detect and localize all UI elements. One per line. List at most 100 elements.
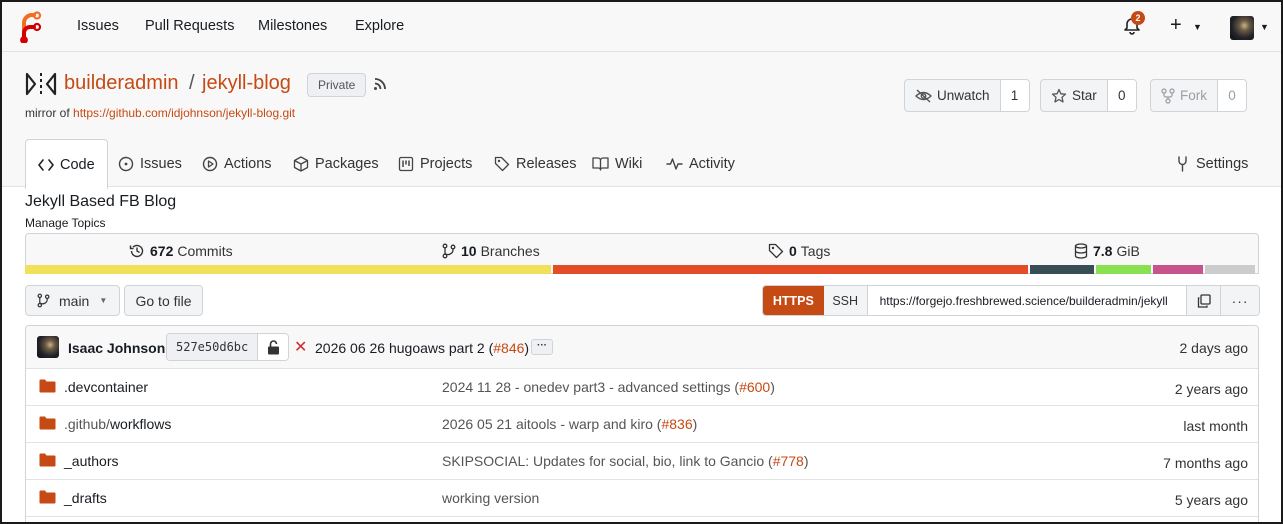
nav-pull-requests[interactable]: Pull Requests: [145, 18, 234, 34]
tab-issues[interactable]: Issues: [118, 139, 182, 188]
file-name-link[interactable]: .github/workflows: [64, 416, 171, 432]
pr-link[interactable]: #836: [661, 416, 692, 432]
file-commit-message[interactable]: 2026 05 21 aitools - warp and kiro (#836…: [442, 416, 697, 432]
tag-icon: [494, 156, 510, 171]
repo-name-link[interactable]: jekyll-blog: [202, 72, 291, 95]
commit-message-text: 2026 06 26 hugoaws part 2 (: [315, 340, 494, 356]
ssh-button[interactable]: SSH: [823, 286, 868, 315]
mirror-repo-icon: [25, 72, 57, 96]
branches-label: Branches: [480, 243, 540, 259]
table-row[interactable]: .github/workflows 2026 05 21 aitools - w…: [26, 406, 1258, 443]
repo-separator: /: [189, 72, 195, 94]
file-commit-text: 2026 05 21 aitools - warp and kiro (: [442, 416, 662, 432]
fork-button[interactable]: Fork: [1151, 80, 1218, 111]
language-segment[interactable]: [1030, 265, 1094, 274]
tab-packages[interactable]: Packages: [293, 139, 379, 188]
commits-label: Commits: [177, 243, 233, 259]
branches-stat[interactable]: 10 Branches: [442, 243, 540, 259]
star-count[interactable]: 0: [1107, 80, 1136, 111]
table-row[interactable]: .devcontainer 2024 11 28 - onedev part3 …: [26, 369, 1258, 406]
file-name-link[interactable]: .devcontainer: [64, 379, 148, 395]
pr-link[interactable]: #846: [493, 340, 524, 356]
file-table: Isaac Johnson 527e50d6bc ✕ 2026 06 26 hu…: [25, 325, 1259, 522]
file-commit-message[interactable]: SKIPSOCIAL: Updates for social, bio, lin…: [442, 453, 809, 469]
pulse-icon: [666, 157, 683, 170]
plus-icon[interactable]: +: [1170, 14, 1182, 37]
database-icon: [1074, 243, 1088, 259]
https-button[interactable]: HTTPS: [763, 286, 824, 315]
tab-projects[interactable]: Projects: [398, 139, 472, 188]
commit-author-avatar[interactable]: [37, 336, 59, 358]
language-segment[interactable]: [25, 265, 552, 274]
tab-activity[interactable]: Activity: [666, 139, 735, 188]
file-commit-time: 7 months ago: [1163, 455, 1248, 471]
manage-topics-link[interactable]: Manage Topics: [25, 216, 106, 230]
pr-link[interactable]: #600: [739, 379, 770, 395]
tab-settings[interactable]: Settings: [1175, 139, 1248, 188]
folder-icon: [39, 453, 56, 467]
file-name-link[interactable]: _drafts: [64, 490, 107, 506]
nav-issues[interactable]: Issues: [77, 18, 119, 34]
tab-code[interactable]: Code: [25, 139, 108, 189]
table-row[interactable]: _authors SKIPSOCIAL: Updates for social,…: [26, 443, 1258, 480]
unlock-icon[interactable]: [258, 334, 289, 360]
tab-actions[interactable]: Actions: [202, 139, 272, 188]
tab-actions-label: Actions: [224, 155, 272, 172]
user-avatar[interactable]: [1230, 16, 1254, 40]
fork-count[interactable]: 0: [1218, 80, 1246, 111]
language-segment[interactable]: [553, 265, 1029, 274]
repo-owner-link[interactable]: builderadmin: [64, 72, 179, 95]
tags-label: Tags: [800, 243, 831, 259]
tag-icon: [768, 243, 784, 259]
watch-count[interactable]: 1: [1000, 80, 1029, 111]
fork-button-group: Fork 0: [1150, 79, 1247, 112]
folder-icon: [39, 379, 56, 393]
table-row[interactable]: _drafts working version 5 years ago: [26, 480, 1258, 517]
nav-milestones[interactable]: Milestones: [258, 18, 327, 34]
chevron-down-icon[interactable]: ▼: [1260, 22, 1269, 32]
eye-slash-icon: [915, 88, 932, 103]
ci-failed-icon[interactable]: ✕: [294, 337, 307, 357]
nav-explore[interactable]: Explore: [355, 18, 404, 34]
expand-commit-button[interactable]: ···: [531, 339, 553, 355]
commit-message-end: ): [524, 340, 530, 356]
mirror-url-link[interactable]: https://github.com/idjohnson/jekyll-blog…: [73, 106, 295, 120]
language-segment[interactable]: [1095, 265, 1151, 274]
app-window: Issues Pull Requests Milestones Explore …: [0, 0, 1283, 524]
issue-opened-icon: [118, 156, 134, 171]
language-bar[interactable]: [25, 265, 1259, 274]
language-segment[interactable]: [1152, 265, 1204, 274]
tab-wiki-label: Wiki: [615, 155, 643, 172]
tab-wiki[interactable]: Wiki: [592, 139, 642, 188]
file-commit-message[interactable]: 2024 11 28 - onedev part3 - advanced set…: [442, 379, 775, 395]
file-name-link[interactable]: _authors: [64, 453, 118, 469]
tags-stat[interactable]: 0 Tags: [768, 243, 830, 259]
size-stat: 7.8 GiB: [1074, 243, 1140, 259]
tab-packages-label: Packages: [315, 155, 379, 172]
commit-message[interactable]: 2026 06 26 hugoaws part 2 (#846): [315, 340, 529, 356]
language-segment[interactable]: [1205, 265, 1256, 274]
tab-releases[interactable]: Releases: [494, 139, 576, 188]
project-icon: [398, 156, 414, 171]
branch-selector[interactable]: main ▼: [25, 285, 120, 316]
commit-author[interactable]: Isaac Johnson: [68, 340, 165, 356]
tab-issues-label: Issues: [140, 155, 182, 172]
file-commit-message[interactable]: working version: [442, 490, 539, 506]
copy-button[interactable]: [1186, 286, 1221, 315]
size-value: 7.8: [1093, 243, 1113, 259]
clone-url-input[interactable]: https://forgejo.freshbrewed.science/buil…: [868, 286, 1187, 315]
star-button[interactable]: Star: [1041, 80, 1108, 111]
package-icon: [293, 155, 309, 172]
more-clone-options-button[interactable]: ···: [1220, 286, 1259, 315]
go-to-file-button[interactable]: Go to file: [124, 285, 203, 316]
pr-link[interactable]: #778: [773, 453, 804, 469]
chevron-down-icon[interactable]: ▼: [1193, 22, 1202, 32]
commit-sha-link[interactable]: 527e50d6bc: [167, 334, 259, 360]
forgejo-logo-icon[interactable]: [16, 11, 44, 43]
commits-stat[interactable]: 672 Commits: [129, 243, 233, 259]
star-button-group: Star 0: [1040, 79, 1137, 112]
star-icon: [1051, 88, 1067, 103]
code-icon: [38, 158, 54, 171]
rss-icon[interactable]: [372, 76, 388, 92]
unwatch-button[interactable]: Unwatch: [905, 80, 1001, 111]
